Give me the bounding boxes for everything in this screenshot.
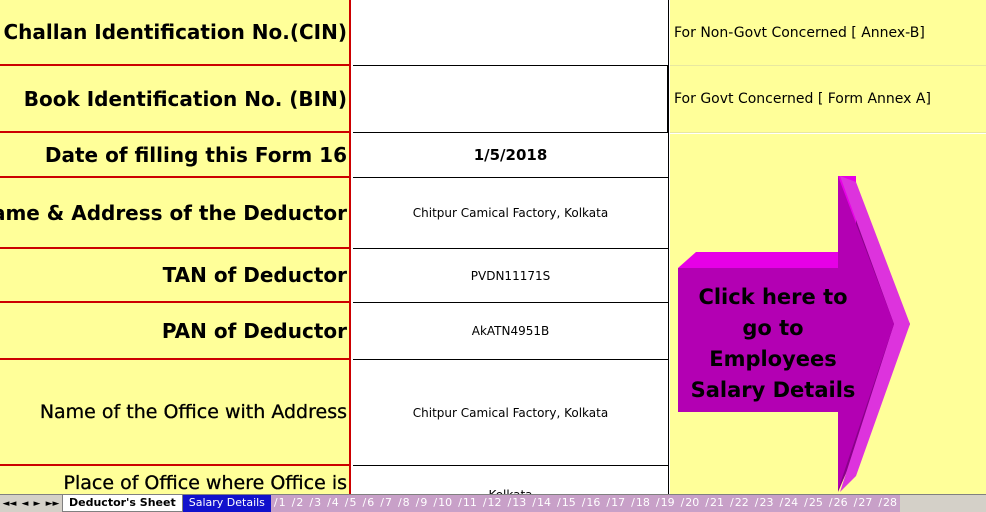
pan-label: PAN of Deductor: [0, 303, 351, 360]
govt-note: For Govt Concerned [ Form Annex A]: [670, 66, 986, 133]
bin-label: Book Identification No. (BIN): [0, 66, 351, 133]
tab-sheet-23[interactable]: 23: [752, 495, 777, 512]
tab-sheet-12[interactable]: 12: [480, 495, 505, 512]
tab-sheet-13[interactable]: 13: [505, 495, 530, 512]
tab-sheet-24[interactable]: 24: [776, 495, 801, 512]
pan-value-cell[interactable]: AkATN4951B: [353, 303, 669, 360]
tab-salary-details[interactable]: Salary Details: [182, 495, 271, 512]
tab-sheet-27[interactable]: 27: [851, 495, 876, 512]
tab-sheet-8[interactable]: 8: [395, 495, 413, 512]
date-label: Date of filling this Form 16: [0, 133, 351, 178]
tab-sheet-25[interactable]: 25: [801, 495, 826, 512]
tab-sheet-6[interactable]: 6: [360, 495, 378, 512]
cin-label: Challan Identification No.(CIN): [0, 0, 351, 66]
tab-sheet-14[interactable]: 14: [529, 495, 554, 512]
first-sheet-icon[interactable]: ◄◄: [3, 499, 17, 509]
tab-sheet-22[interactable]: 22: [727, 495, 752, 512]
numbered-tabs: 1234567891011121314151617181920212223242…: [270, 495, 901, 512]
cin-input-cell[interactable]: [353, 0, 669, 66]
tab-sheet-10[interactable]: 10: [430, 495, 455, 512]
place-label: Place of Office where Office is: [0, 466, 351, 494]
tab-sheet-19[interactable]: 19: [653, 495, 678, 512]
spreadsheet-grid: Challan Identification No.(CIN) For Non-…: [0, 0, 986, 494]
sheet-tab-bar: ◄◄ ◄ ► ►► Deductor's Sheet Salary Detail…: [0, 494, 986, 512]
arrow-label-line3: Employees: [709, 347, 837, 371]
tab-sheet-4[interactable]: 4: [324, 495, 342, 512]
tab-sheet-2[interactable]: 2: [289, 495, 307, 512]
deductor-name-label: Name & Address of the Deductor: [0, 178, 351, 249]
tab-sheet-17[interactable]: 17: [603, 495, 628, 512]
prev-sheet-icon[interactable]: ◄: [22, 499, 29, 509]
tab-sheet-15[interactable]: 15: [554, 495, 579, 512]
tab-sheet-9[interactable]: 9: [413, 495, 431, 512]
tab-sheet-3[interactable]: 3: [306, 495, 324, 512]
office-value-cell[interactable]: Chitpur Camical Factory, Kolkata: [353, 360, 669, 466]
tab-sheet-20[interactable]: 20: [678, 495, 703, 512]
deductor-name-cell[interactable]: Chitpur Camical Factory, Kolkata: [353, 178, 669, 249]
tab-sheet-28[interactable]: 28: [875, 495, 900, 512]
last-sheet-icon[interactable]: ►►: [46, 499, 60, 509]
next-sheet-icon[interactable]: ►: [34, 499, 41, 509]
arrow-label-line1: Click here to: [698, 285, 848, 309]
office-label: Name of the Office with Address: [0, 360, 351, 466]
arrow-label-line4: Salary Details: [690, 378, 856, 402]
tab-scroll-buttons: ◄◄ ◄ ► ►►: [0, 499, 62, 509]
non-govt-note: For Non-Govt Concerned [ Annex-B]: [670, 0, 986, 66]
date-value-cell[interactable]: 1/5/2018: [353, 133, 669, 178]
tab-sheet-11[interactable]: 11: [455, 495, 480, 512]
place-value-cell[interactable]: Kolkata: [353, 466, 669, 494]
tab-sheet-16[interactable]: 16: [579, 495, 604, 512]
row-bin: Book Identification No. (BIN) For Govt C…: [0, 66, 986, 133]
row-cin: Challan Identification No.(CIN) For Non-…: [0, 0, 986, 66]
tab-sheet-21[interactable]: 21: [702, 495, 727, 512]
tab-sheet-5[interactable]: 5: [342, 495, 360, 512]
tab-sheet-1[interactable]: 1: [271, 495, 289, 512]
tab-sheet-7[interactable]: 7: [377, 495, 395, 512]
row-date: Date of filling this Form 16 1/5/2018: [0, 133, 986, 178]
arrow-label-line2: go to: [742, 316, 804, 340]
tab-sheet-26[interactable]: 26: [826, 495, 851, 512]
tab-sheet-18[interactable]: 18: [628, 495, 653, 512]
tan-label: TAN of Deductor: [0, 249, 351, 303]
tab-deductors-sheet[interactable]: Deductor's Sheet: [62, 495, 183, 512]
bin-input-cell[interactable]: [353, 66, 669, 133]
tan-value-cell[interactable]: PVDN11171S: [353, 249, 669, 303]
arrow-button-label[interactable]: Click here to go to Employees Salary Det…: [682, 282, 864, 406]
